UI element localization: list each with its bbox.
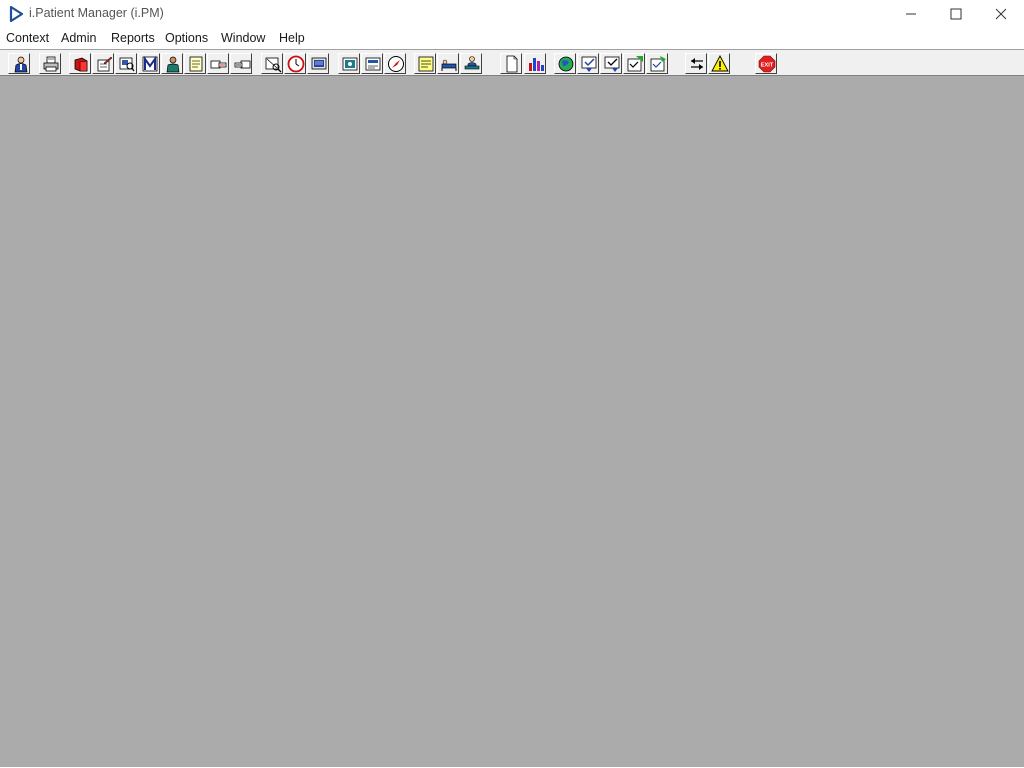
memo-button[interactable] [414,53,436,74]
menu-admin[interactable]: Admin [61,31,96,45]
checklist-button[interactable] [577,53,599,74]
maximize-button[interactable] [933,0,979,28]
swap-arrows-button[interactable] [685,53,707,74]
hand-point-left-icon [210,60,227,69]
close-button[interactable] [978,0,1024,28]
checklist-down-icon [604,56,620,72]
patient-bed-button[interactable] [460,53,482,74]
maximize-icon [950,8,962,20]
doctor-button[interactable] [161,53,183,74]
exit-icon: EXIT [758,55,776,73]
book-button[interactable] [69,53,91,74]
document-search-button[interactable] [261,53,283,74]
play-arrow-icon [8,5,24,23]
patient-button[interactable] [8,53,30,74]
checklist-green-icon [627,56,643,72]
checklist-icon [581,56,597,72]
minimize-button[interactable] [888,0,934,28]
doctor-icon [166,56,180,73]
book-icon [74,57,88,72]
hand-point-left-button[interactable] [207,53,229,74]
checklist-down-button[interactable] [600,53,622,74]
swap-arrows-icon [691,58,703,70]
mdi-workspace [0,76,1024,767]
close-icon [995,8,1007,20]
camera-icon [342,57,358,71]
menu-window[interactable]: Window [221,31,265,45]
clock-button[interactable] [284,53,306,74]
hand-point-right-button[interactable] [230,53,252,74]
patient-bed-icon [464,56,480,70]
blank-page-button[interactable] [500,53,522,74]
checklist-green-button[interactable] [623,53,645,74]
toolbar: EXIT [0,49,1024,76]
bar-chart-icon [529,58,544,71]
warning-icon [711,55,729,72]
card-button[interactable] [361,53,383,74]
search-document-button[interactable] [115,53,137,74]
title-bar[interactable]: i.Patient Manager (i.PM) [0,0,1024,28]
bar-chart-button[interactable] [524,53,546,74]
checklist-refresh-button[interactable] [646,53,668,74]
m-letter-button[interactable] [138,53,160,74]
m-letter-icon [142,55,158,72]
notes-button[interactable] [184,53,206,74]
warning-button[interactable] [708,53,730,74]
menu-options[interactable]: Options [165,31,208,45]
notes-icon [189,56,203,72]
exit-button[interactable]: EXIT [755,53,777,74]
monitor-icon [311,57,327,70]
monitor-button[interactable] [307,53,329,74]
bed-button[interactable] [437,53,459,74]
menu-help[interactable]: Help [279,31,305,45]
menu-bar: Context Admin Reports Options Window Hel… [0,28,1024,49]
printer-button[interactable] [39,53,61,74]
compass-icon [388,56,404,72]
compass-button[interactable] [384,53,406,74]
globe-button[interactable] [554,53,576,74]
menu-context[interactable]: Context [6,31,49,45]
edit-document-icon [97,56,113,72]
edit-document-button[interactable] [92,53,114,74]
checklist-refresh-icon [650,56,666,72]
window-title: i.Patient Manager (i.PM) [29,6,164,20]
printer-icon [43,56,59,72]
search-document-icon [119,57,135,72]
card-icon [365,57,381,71]
bed-icon [441,59,457,71]
document-search-icon [265,57,282,73]
patient-icon [14,56,28,73]
hand-point-right-icon [234,60,251,69]
camera-button[interactable] [338,53,360,74]
blank-page-icon [506,55,518,73]
globe-icon [558,56,574,72]
exit-label: EXIT [761,62,774,68]
memo-icon [418,56,434,72]
minimize-icon [906,13,916,15]
clock-icon [287,55,305,73]
menu-reports[interactable]: Reports [111,31,155,45]
